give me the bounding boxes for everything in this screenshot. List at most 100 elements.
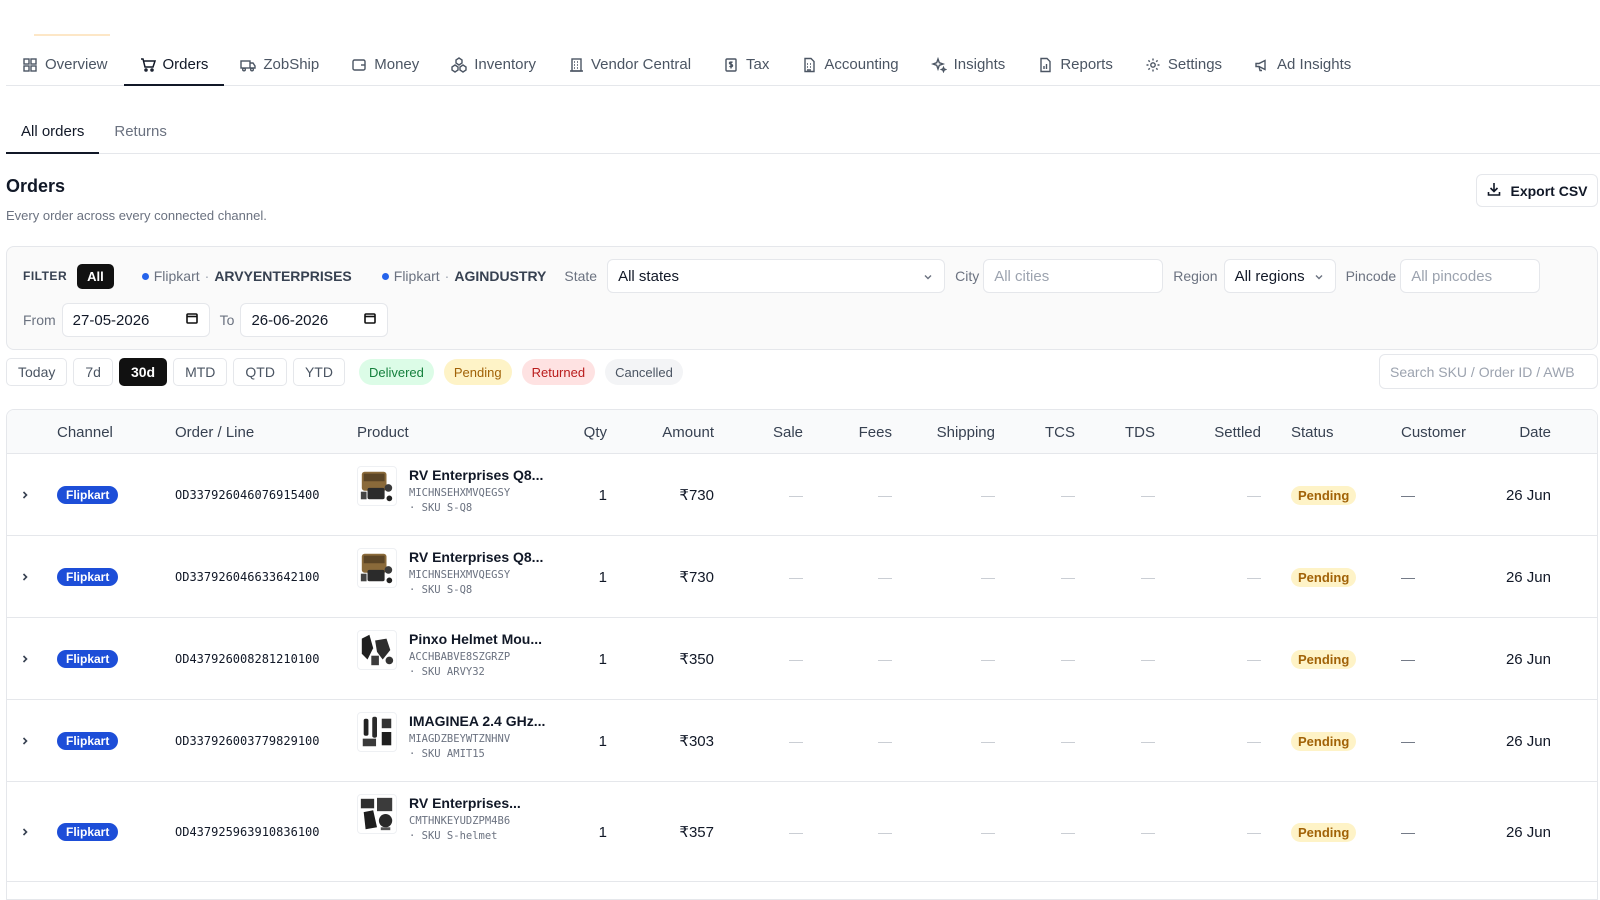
calendar-icon[interactable] bbox=[185, 311, 199, 329]
col-order-line[interactable]: Order / Line bbox=[175, 410, 254, 454]
nav-tab-tax[interactable]: Tax bbox=[707, 44, 785, 85]
col-status[interactable]: Status bbox=[1291, 410, 1334, 454]
product-sku: · SKU S-Q8 bbox=[409, 584, 473, 596]
product-name[interactable]: RV Enterprises... bbox=[409, 794, 521, 812]
orders-table: Channel Order / Line Product Qty Amount … bbox=[6, 409, 1598, 900]
expand-chevron-icon[interactable] bbox=[19, 782, 31, 882]
range-qtd-button[interactable]: QTD bbox=[233, 358, 287, 386]
status-filter-returned[interactable]: Returned bbox=[521, 359, 596, 385]
product-name[interactable]: IMAGINEA 2.4 GHz... bbox=[409, 712, 545, 730]
table-row[interactable]: Flipkart OD337926046076915400 RV Enterpr… bbox=[7, 454, 1597, 536]
date-value: 26 Jun bbox=[1505, 650, 1551, 668]
tcs-value: — bbox=[1061, 569, 1075, 585]
col-customer[interactable]: Customer bbox=[1401, 410, 1466, 454]
nav-tab-label: Reports bbox=[1060, 56, 1113, 73]
col-fees[interactable]: Fees bbox=[817, 410, 892, 454]
range-7d-button[interactable]: 7d bbox=[73, 358, 113, 386]
filter-all-button[interactable]: All bbox=[77, 263, 114, 289]
col-product[interactable]: Product bbox=[357, 410, 409, 454]
nav-tab-settings[interactable]: Settings bbox=[1129, 44, 1238, 85]
city-input[interactable] bbox=[983, 259, 1164, 293]
file-chart-icon bbox=[1037, 57, 1053, 73]
expand-chevron-icon[interactable] bbox=[19, 454, 31, 536]
from-label: From bbox=[23, 312, 56, 328]
nav-tab-insights[interactable]: Insights bbox=[915, 44, 1022, 85]
range-today-button[interactable]: Today bbox=[6, 358, 68, 386]
status-filter-pending[interactable]: Pending bbox=[443, 359, 512, 385]
tds-value: — bbox=[1141, 824, 1155, 840]
nav-tab-zobship[interactable]: ZobShip bbox=[224, 44, 335, 85]
order-id[interactable]: OD337926046633642100 bbox=[175, 570, 320, 584]
product-name[interactable]: RV Enterprises Q8... bbox=[409, 466, 543, 484]
qty-value: 1 bbox=[598, 650, 607, 668]
tcs-value: — bbox=[1061, 487, 1075, 503]
shipping-value: — bbox=[981, 487, 995, 503]
status-filter-cancelled[interactable]: Cancelled bbox=[605, 359, 683, 385]
megaphone-icon bbox=[1254, 57, 1270, 73]
pincode-input[interactable] bbox=[1400, 259, 1541, 293]
col-sale[interactable]: Sale bbox=[727, 410, 803, 454]
amount-value: ₹730 bbox=[679, 569, 714, 586]
expand-chevron-icon[interactable] bbox=[19, 536, 31, 618]
col-tds[interactable]: TDS bbox=[1087, 410, 1155, 454]
shipping-value: — bbox=[981, 733, 995, 749]
order-id[interactable]: OD437925963910836100 bbox=[175, 825, 320, 839]
account-filter-agindustry[interactable]: Flipkart · AGINDUSTRY bbox=[381, 268, 547, 284]
col-amount[interactable]: Amount bbox=[627, 410, 714, 454]
col-channel[interactable]: Channel bbox=[57, 410, 113, 454]
nav-tab-money[interactable]: Money bbox=[335, 44, 435, 85]
nav-tab-label: ZobShip bbox=[263, 56, 320, 73]
customer-value: — bbox=[1401, 651, 1415, 667]
to-date-value: 26-06-2026 bbox=[251, 311, 329, 329]
subtab-all-orders[interactable]: All orders bbox=[6, 110, 100, 154]
col-qty[interactable]: Qty bbox=[547, 410, 607, 454]
product-sku: · SKU AMIT15 bbox=[409, 748, 485, 760]
to-date-input[interactable]: 26-06-2026 bbox=[240, 303, 389, 337]
nav-tab-vendor-central[interactable]: Vendor Central bbox=[552, 44, 707, 85]
product-name[interactable]: Pinxo Helmet Mou... bbox=[409, 630, 542, 648]
range-30d-button[interactable]: 30d bbox=[118, 358, 168, 386]
from-date-input[interactable]: 27-05-2026 bbox=[61, 303, 210, 337]
tds-value: — bbox=[1141, 651, 1155, 667]
status-filter-delivered[interactable]: Delivered bbox=[358, 359, 434, 385]
export-csv-button[interactable]: Export CSV bbox=[1476, 174, 1598, 207]
order-id[interactable]: OD337926046076915400 bbox=[175, 488, 320, 502]
table-row[interactable]: Flipkart OD437925963910836100 RV Enterpr… bbox=[7, 782, 1597, 882]
nav-tab-label: Tax bbox=[746, 56, 770, 73]
tcs-value: — bbox=[1061, 651, 1075, 667]
product-thumbnail bbox=[357, 712, 397, 752]
range-ytd-button[interactable]: YTD bbox=[292, 358, 345, 386]
col-shipping[interactable]: Shipping bbox=[907, 410, 995, 454]
order-id[interactable]: OD437926008281210100 bbox=[175, 652, 320, 666]
filter-panel: FILTER All Flipkart · ARVYENTERPRISES Fl… bbox=[6, 246, 1598, 350]
account-name: AGINDUSTRY bbox=[454, 268, 547, 284]
order-search-input[interactable] bbox=[1379, 354, 1598, 389]
expand-chevron-icon[interactable] bbox=[19, 700, 31, 782]
col-tcs[interactable]: TCS bbox=[1007, 410, 1075, 454]
nav-tab-accounting[interactable]: Accounting bbox=[785, 44, 914, 85]
product-sku: · SKU ARVY32 bbox=[409, 666, 485, 678]
region-select[interactable]: All regions bbox=[1223, 259, 1336, 293]
col-date[interactable]: Date bbox=[1487, 410, 1551, 454]
table-row[interactable]: Flipkart OD337926046633642100 RV Enterpr… bbox=[7, 536, 1597, 618]
calendar-icon[interactable] bbox=[363, 311, 377, 329]
nav-tab-orders[interactable]: Orders bbox=[123, 44, 225, 86]
expand-chevron-icon[interactable] bbox=[19, 618, 31, 700]
orders-subtabs: All orders Returns bbox=[6, 110, 1600, 154]
channel-dot-icon bbox=[141, 272, 149, 280]
subtab-returns[interactable]: Returns bbox=[99, 110, 182, 153]
product-name[interactable]: RV Enterprises Q8... bbox=[409, 548, 543, 566]
order-id[interactable]: OD337926003779829100 bbox=[175, 734, 320, 748]
table-row[interactable]: Flipkart OD337926003779829100 IMAGINEA 2… bbox=[7, 700, 1597, 782]
nav-tab-inventory[interactable]: Inventory bbox=[435, 44, 552, 85]
nav-tab-reports[interactable]: Reports bbox=[1021, 44, 1129, 85]
table-row[interactable]: Flipkart OD437926008281210100 Pinxo Helm… bbox=[7, 618, 1597, 700]
nav-tab-overview[interactable]: Overview bbox=[6, 44, 124, 85]
range-mtd-button[interactable]: MTD bbox=[173, 358, 228, 386]
col-settled[interactable]: Settled bbox=[1167, 410, 1261, 454]
account-filter-arvyenterprises[interactable]: Flipkart · ARVYENTERPRISES bbox=[141, 268, 352, 284]
nav-tab-ad-insights[interactable]: Ad Insights bbox=[1238, 44, 1367, 85]
fees-value: — bbox=[878, 824, 892, 840]
date-value: 26 Jun bbox=[1505, 486, 1551, 504]
state-select[interactable]: All states bbox=[607, 259, 946, 293]
